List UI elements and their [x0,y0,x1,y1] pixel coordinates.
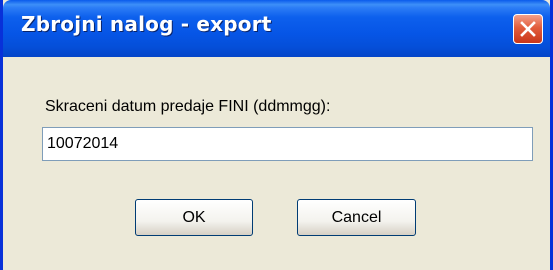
ok-button[interactable]: OK [135,199,253,236]
dialog-body: Skraceni datum predaje FINI (ddmmgg): OK… [3,57,550,270]
cancel-button[interactable]: Cancel [297,199,416,236]
close-button[interactable] [513,14,543,44]
date-input[interactable] [42,127,533,161]
window-title: Zbrojni nalog - export [21,12,272,36]
close-icon [520,21,536,37]
title-bar[interactable]: Zbrojni nalog - export [3,0,550,57]
prompt-label: Skraceni datum predaje FINI (ddmmgg): [45,98,331,115]
dialog-window: Zbrojni nalog - export Skraceni datum pr… [0,0,553,270]
